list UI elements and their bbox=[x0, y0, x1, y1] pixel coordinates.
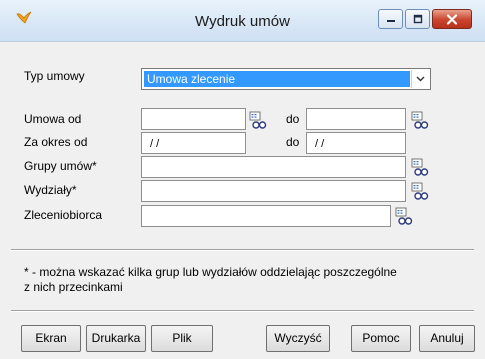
close-icon bbox=[446, 13, 458, 25]
grupy-umow-input[interactable] bbox=[141, 156, 406, 178]
wyczysc-button[interactable]: Wyczyść bbox=[266, 325, 330, 352]
zleceniobiorca-input[interactable] bbox=[141, 205, 391, 227]
minimize-icon bbox=[386, 20, 395, 22]
za-okres-od-label: Za okres od bbox=[24, 135, 88, 149]
typ-umowy-label: Typ umowy bbox=[24, 69, 85, 83]
za-okres-od-from-input[interactable]: / / bbox=[141, 132, 246, 154]
chevron-down-icon bbox=[416, 76, 425, 82]
pomoc-button[interactable]: Pomoc bbox=[351, 325, 411, 352]
binoculars-icon[interactable] bbox=[249, 111, 268, 130]
wydzialy-label: Wydziały* bbox=[24, 183, 77, 197]
minimize-button[interactable] bbox=[378, 9, 403, 29]
umowa-od-to-input[interactable] bbox=[306, 108, 406, 130]
note-line-2: z nich przecinkami bbox=[24, 280, 123, 294]
za-okres-od-do-label: do bbox=[286, 135, 300, 149]
ekran-button[interactable]: Ekran bbox=[21, 325, 81, 352]
umowa-od-do-label: do bbox=[286, 112, 300, 126]
maximize-icon bbox=[413, 14, 422, 24]
binoculars-icon[interactable] bbox=[411, 182, 430, 201]
binoculars-icon[interactable] bbox=[411, 158, 430, 177]
typ-umowy-dropdown[interactable]: Umowa zlecenie bbox=[141, 68, 431, 90]
maximize-button[interactable] bbox=[405, 9, 430, 29]
typ-umowy-value: Umowa zlecenie bbox=[144, 71, 410, 87]
binoculars-icon[interactable] bbox=[395, 207, 414, 226]
zleceniobiorca-label: Zleceniobiorca bbox=[24, 208, 103, 222]
anuluj-button[interactable]: Anuluj bbox=[419, 325, 475, 352]
separator-top bbox=[11, 249, 474, 251]
za-okres-od-to-input[interactable]: / / bbox=[306, 132, 406, 154]
wydzialy-input[interactable] bbox=[141, 180, 406, 202]
close-button[interactable] bbox=[432, 9, 472, 29]
separator-bottom bbox=[11, 310, 474, 312]
umowa-od-label: Umowa od bbox=[24, 112, 82, 126]
grupy-umow-label: Grupy umów* bbox=[24, 159, 97, 173]
binoculars-icon[interactable] bbox=[411, 111, 430, 130]
plik-button[interactable]: Plik bbox=[151, 325, 213, 352]
typ-umowy-dropdown-arrow[interactable] bbox=[411, 70, 429, 88]
drukarka-button[interactable]: Drukarka bbox=[86, 325, 146, 352]
umowa-od-from-input[interactable] bbox=[141, 108, 246, 130]
note-line-1: * - można wskazać kilka grup lub wydział… bbox=[24, 265, 397, 279]
